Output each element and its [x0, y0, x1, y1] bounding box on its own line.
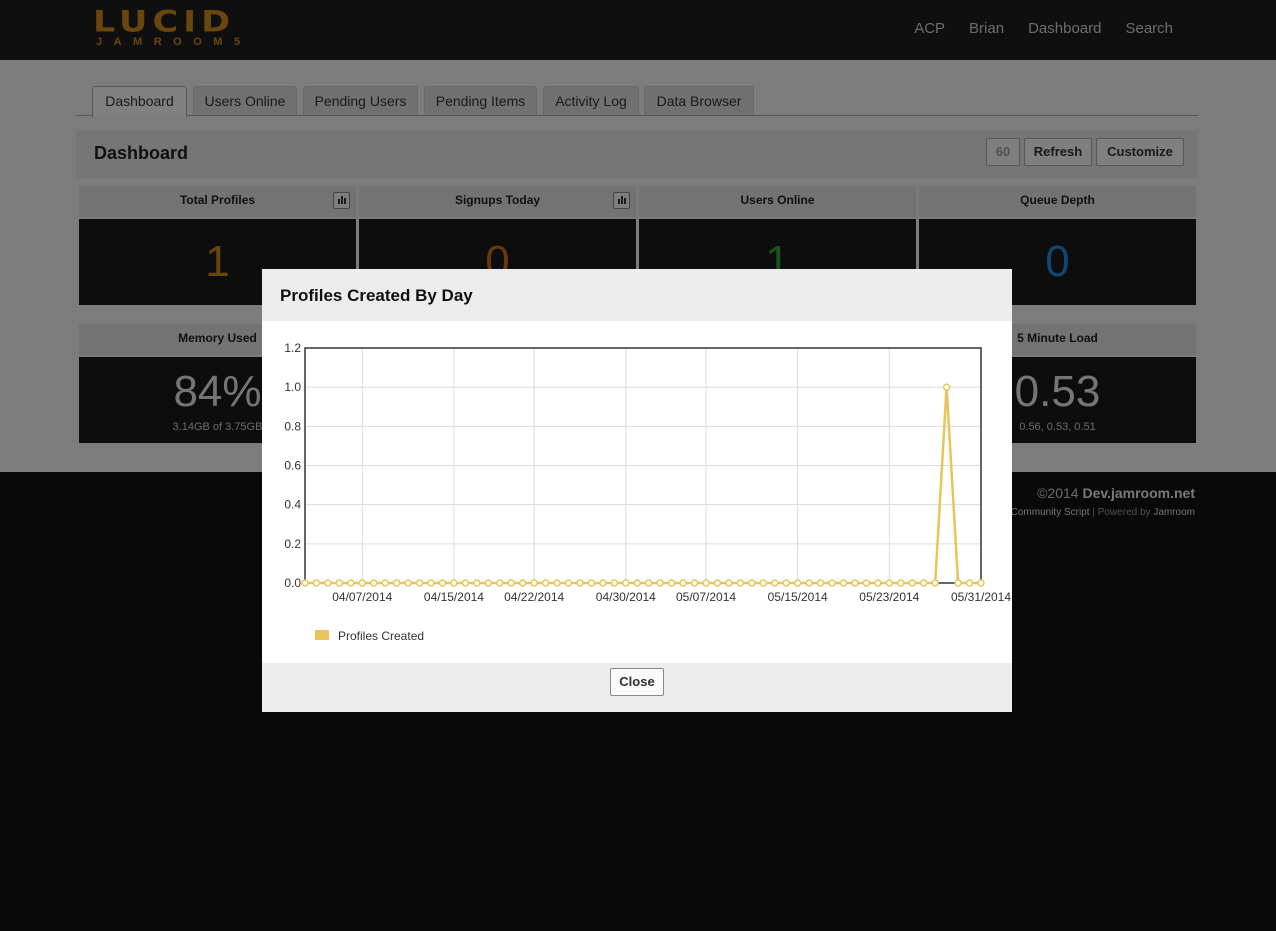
x-tick-label: 04/15/2014 [424, 590, 484, 604]
x-tick-label: 05/23/2014 [859, 590, 919, 604]
data-point [335, 579, 344, 587]
data-point [369, 579, 378, 587]
data-point [404, 579, 412, 587]
data-point [839, 579, 848, 587]
data-point [392, 579, 401, 587]
y-tick-label: 0.8 [284, 419, 301, 433]
profiles-line-chart: 0.0 0.2 0.4 0.6 0.8 1.0 1.2 04/07/2014 04/15/201… [284, 341, 1011, 643]
data-point [564, 579, 573, 587]
data-point [690, 579, 699, 587]
modal-title: Profiles Created By Day [280, 286, 473, 305]
data-point [908, 579, 917, 587]
data-point [977, 579, 985, 587]
data-point [667, 579, 676, 587]
x-tick-label: 04/07/2014 [332, 590, 392, 604]
y-tick-label: 0.6 [284, 459, 301, 473]
data-point [851, 579, 859, 587]
legend-label: Profiles Created [338, 629, 424, 643]
legend-swatch [315, 630, 329, 640]
data-point [312, 579, 321, 587]
data-point [427, 579, 435, 587]
data-point [381, 579, 389, 587]
data-point [748, 579, 756, 587]
data-point [324, 579, 332, 587]
data-point [736, 579, 745, 587]
data-point [771, 579, 779, 587]
data-point [793, 579, 802, 587]
close-button[interactable]: Close [610, 668, 664, 696]
y-tick-label: 0.4 [284, 498, 301, 512]
modal-footer: Close [262, 663, 1012, 712]
data-point [897, 579, 905, 587]
modal-header: Profiles Created By Day [262, 269, 1012, 321]
data-point [484, 579, 493, 587]
data-point [644, 579, 653, 587]
chart-modal: Profiles Created By Day 0.0 0.2 0.4 0.6 0.8 1… [262, 269, 1012, 712]
data-point [725, 579, 733, 587]
data-point [530, 579, 538, 587]
data-point [541, 579, 550, 587]
data-point [759, 579, 768, 587]
data-point [358, 579, 367, 587]
data-point [633, 579, 642, 587]
data-point [587, 579, 596, 587]
data-point [622, 579, 630, 587]
data-point [610, 579, 619, 587]
data-point [885, 579, 894, 587]
data-point [347, 579, 355, 587]
x-tick-label: 05/15/2014 [768, 590, 828, 604]
x-tick-label: 05/31/2014 [951, 590, 1011, 604]
x-tick-label: 05/07/2014 [676, 590, 736, 604]
data-point [301, 579, 309, 587]
data-point [473, 579, 481, 587]
y-tick-label: 0.2 [284, 537, 301, 551]
data-point [599, 579, 607, 587]
data-point [713, 579, 722, 587]
data-point [931, 579, 939, 587]
y-tick-label: 0.0 [284, 576, 301, 590]
data-point [450, 579, 458, 587]
data-point [919, 579, 928, 587]
x-tick-label: 04/30/2014 [596, 590, 656, 604]
data-point [415, 579, 424, 587]
y-tick-label: 1.2 [284, 341, 301, 355]
data-point [507, 579, 515, 587]
y-tick-label: 1.0 [284, 380, 301, 394]
data-point [965, 579, 974, 587]
data-point [942, 383, 951, 391]
data-point [954, 579, 962, 587]
data-point [496, 579, 504, 587]
series-line [305, 387, 981, 585]
data-point [461, 579, 470, 587]
data-point [828, 579, 836, 587]
data-point [816, 579, 825, 587]
data-point [862, 579, 871, 587]
x-tick-label: 04/22/2014 [504, 590, 564, 604]
data-point [874, 579, 882, 587]
data-point [805, 579, 813, 587]
data-point [576, 579, 584, 587]
data-point [438, 579, 447, 587]
data-point [679, 579, 687, 587]
data-point [656, 579, 664, 587]
data-point [518, 579, 527, 587]
data-point [782, 579, 790, 587]
data-point [702, 579, 710, 587]
data-point [553, 579, 561, 587]
